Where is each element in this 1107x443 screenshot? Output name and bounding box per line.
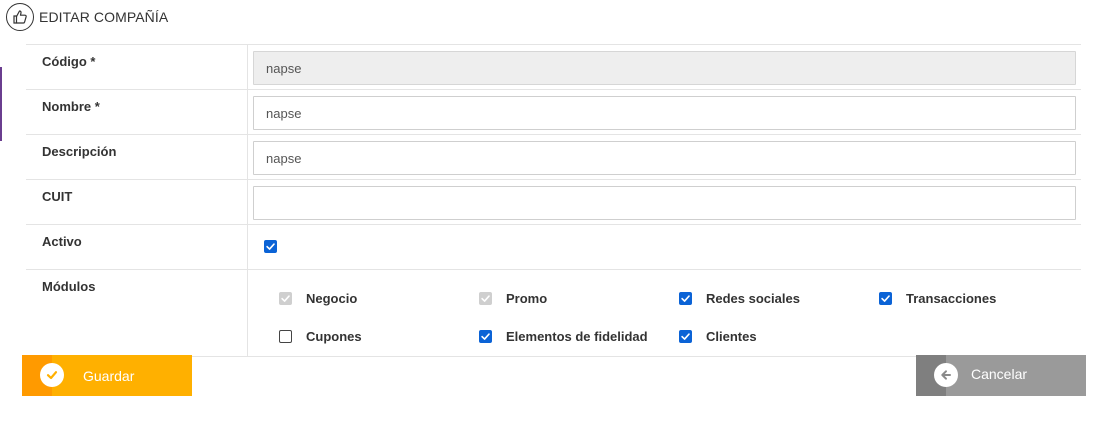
row-nombre: Nombre * <box>26 90 1081 135</box>
module-label: Promo <box>506 291 548 306</box>
module-transacciones[interactable]: Transacciones <box>879 291 996 306</box>
company-form: Código * Nombre * Descripción CUIT Activ… <box>26 44 1081 357</box>
cuit-label: CUIT <box>26 180 248 224</box>
module-negocio[interactable]: Negocio <box>279 291 357 306</box>
module-checkbox <box>279 330 292 343</box>
module-clientes[interactable]: Clientes <box>679 329 757 344</box>
module-label: Elementos de fidelidad <box>506 329 648 344</box>
module-promo[interactable]: Promo <box>479 291 547 306</box>
cancel-button[interactable]: Cancelar <box>916 355 1086 396</box>
left-accent-bar <box>0 67 2 141</box>
descripcion-input[interactable] <box>253 141 1076 175</box>
save-button-label: Guardar <box>83 368 135 384</box>
nombre-label: Nombre * <box>26 90 248 134</box>
activo-checkbox[interactable] <box>264 240 277 253</box>
nombre-input[interactable] <box>253 96 1076 130</box>
module-checkbox <box>479 292 492 305</box>
row-codigo: Código * <box>26 45 1081 90</box>
activo-label: Activo <box>26 225 248 269</box>
row-modulos: Módulos Negocio Promo Redes sociales Tra… <box>26 270 1081 357</box>
modulos-label: Módulos <box>26 270 248 356</box>
modules-grid: Negocio Promo Redes sociales Transaccion… <box>248 270 1081 356</box>
arrow-left-icon <box>934 363 958 387</box>
codigo-label: Código * <box>26 45 248 89</box>
module-label: Cupones <box>306 329 362 344</box>
module-checkbox <box>479 330 492 343</box>
row-cuit: CUIT <box>26 180 1081 225</box>
module-elementos-fidelidad[interactable]: Elementos de fidelidad <box>479 329 648 344</box>
cancel-button-label: Cancelar <box>971 366 1028 382</box>
module-checkbox <box>679 292 692 305</box>
row-descripcion: Descripción <box>26 135 1081 180</box>
save-button[interactable]: Guardar <box>22 355 192 396</box>
module-checkbox <box>679 330 692 343</box>
module-label: Redes sociales <box>706 291 800 306</box>
page-title: EDITAR COMPAÑÍA <box>39 9 169 25</box>
module-redes-sociales[interactable]: Redes sociales <box>679 291 800 306</box>
module-cupones[interactable]: Cupones <box>279 329 362 344</box>
descripcion-label: Descripción <box>26 135 248 179</box>
thumbs-up-icon <box>6 3 34 31</box>
module-checkbox <box>279 292 292 305</box>
check-icon <box>40 363 64 387</box>
row-activo: Activo <box>26 225 1081 270</box>
module-checkbox <box>879 292 892 305</box>
cuit-input[interactable] <box>253 186 1076 220</box>
module-label: Negocio <box>306 291 358 306</box>
module-label: Clientes <box>706 329 757 344</box>
codigo-input <box>253 51 1076 85</box>
page-header: EDITAR COMPAÑÍA <box>6 2 168 32</box>
module-label: Transacciones <box>906 291 997 306</box>
